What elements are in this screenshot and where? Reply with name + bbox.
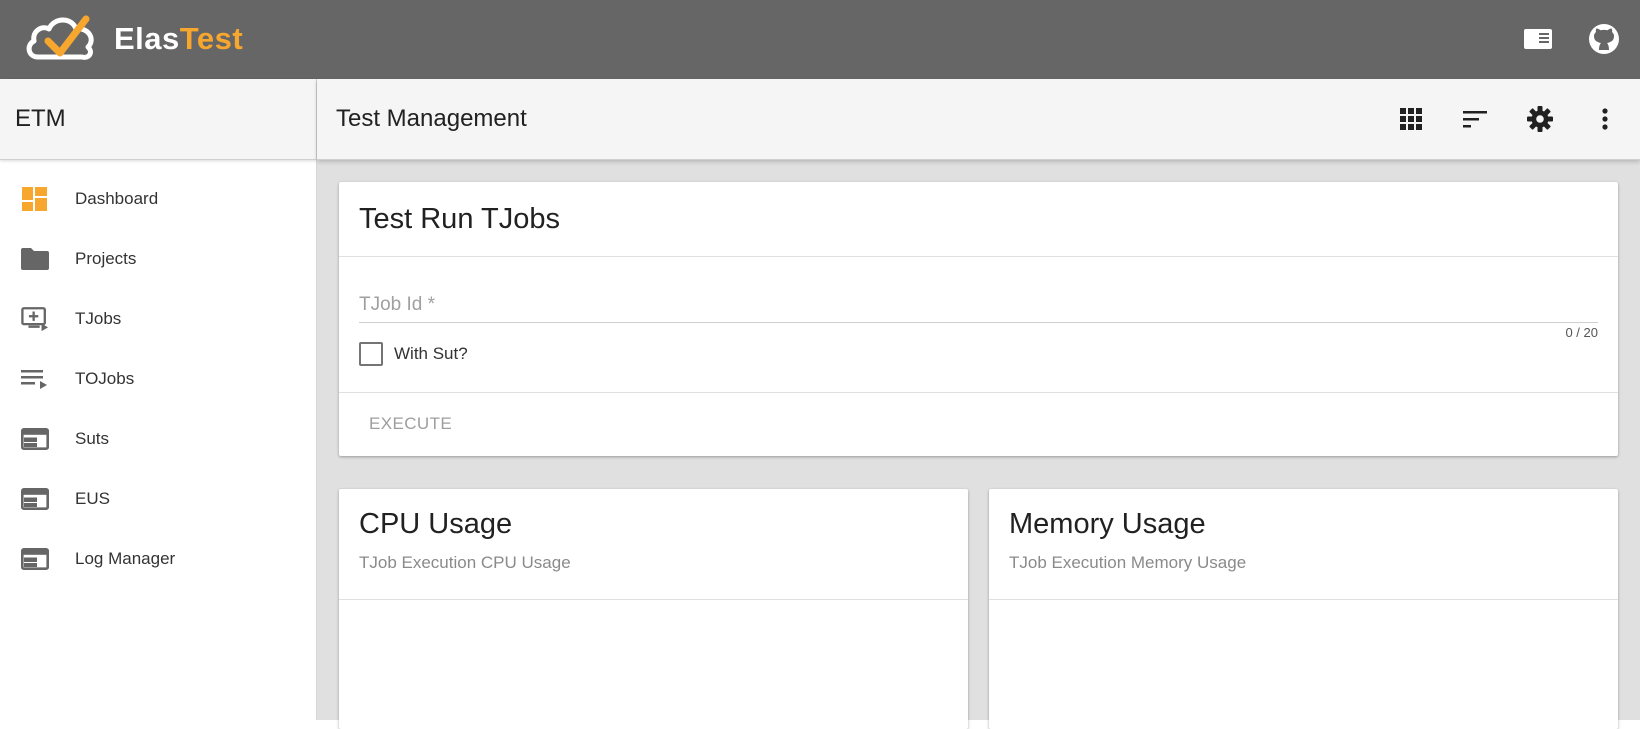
github-icon[interactable] [1587, 22, 1621, 56]
page-title: Test Management [336, 105, 527, 132]
with-sut-checkbox[interactable]: With Sut? [359, 342, 468, 366]
card-header: Memory Usage TJob Execution Memory Usage [989, 489, 1618, 599]
main-content: Test Management Test Run TJobs TJob Id *… [317, 79, 1640, 729]
web-icon [21, 485, 49, 513]
sidebar: ETM Dashboard Projects TJobs TOJobs Suts… [0, 79, 317, 720]
cpu-usage-card: CPU Usage TJob Execution CPU Usage [339, 489, 968, 729]
sidebar-item-tojobs[interactable]: TOJobs [0, 349, 316, 409]
cloud-check-icon [26, 15, 94, 60]
card-divider [339, 392, 1618, 393]
sidebar-nav: Dashboard Projects TJobs TOJobs Suts EUS… [0, 160, 316, 589]
card-title: Test Run TJobs [359, 203, 560, 235]
brand-name-part1: Elas [114, 20, 180, 56]
sidebar-item-label: Projects [75, 249, 137, 268]
tjob-id-input[interactable]: TJob Id * [359, 294, 435, 316]
sidebar-item-label: Suts [75, 429, 110, 448]
app-topbar: ElasTest [0, 0, 1640, 79]
tjob-id-underline [359, 322, 1598, 323]
card-divider [339, 599, 968, 600]
card-divider [989, 599, 1618, 600]
sidebar-item-projects[interactable]: Projects [0, 229, 316, 289]
sidebar-item-tjobs[interactable]: TJobs [0, 289, 316, 349]
sidebar-item-log-manager[interactable]: Log Manager [0, 529, 316, 589]
dashboard-icon [21, 185, 49, 213]
card-header: Test Run TJobs [339, 182, 1618, 256]
brand-name-part2: Test [179, 20, 244, 56]
card-title: CPU Usage [359, 508, 513, 540]
web-icon [21, 545, 49, 573]
sort-icon[interactable] [1460, 104, 1490, 134]
tjob-id-placeholder: TJob Id * [359, 294, 436, 315]
card-subtitle: TJob Execution CPU Usage [359, 553, 571, 572]
add-to-queue-icon [21, 305, 49, 333]
sidebar-item-label: EUS [75, 489, 110, 508]
execute-button[interactable]: EXECUTE [359, 406, 462, 442]
memory-usage-card: Memory Usage TJob Execution Memory Usage [989, 489, 1618, 729]
sidebar-item-label: Dashboard [75, 189, 159, 208]
sidebar-header: ETM [0, 79, 316, 160]
sidebar-item-label: Log Manager [75, 549, 176, 568]
web-icon [21, 425, 49, 453]
sidebar-item-label: TOJobs [75, 369, 135, 388]
tjob-id-counter: 0 / 20 [1565, 325, 1598, 340]
card-divider [339, 256, 1618, 257]
book-icon[interactable] [1521, 22, 1555, 56]
test-run-tjobs-card: Test Run TJobs TJob Id * 0 / 20 With Sut… [339, 182, 1618, 456]
card-subtitle: TJob Execution Memory Usage [1009, 553, 1247, 572]
brand-name: ElasTest [114, 23, 243, 54]
sidebar-title: ETM [15, 105, 66, 132]
playlist-play-icon [21, 365, 49, 393]
card-header: CPU Usage TJob Execution CPU Usage [339, 489, 968, 599]
sidebar-item-eus[interactable]: EUS [0, 469, 316, 529]
elastest-logo[interactable]: ElasTest [24, 13, 243, 63]
sidebar-item-suts[interactable]: Suts [0, 409, 316, 469]
sidebar-item-label: TJobs [75, 309, 122, 328]
with-sut-label: With Sut? [394, 344, 468, 363]
card-title: Memory Usage [1009, 508, 1206, 540]
folder-icon [21, 245, 49, 273]
apps-icon[interactable] [1396, 104, 1426, 134]
checkbox-box[interactable] [359, 342, 383, 366]
main-header: Test Management [317, 79, 1640, 160]
more-vert-icon[interactable] [1590, 104, 1620, 134]
sidebar-item-dashboard[interactable]: Dashboard [0, 169, 316, 229]
settings-icon[interactable] [1525, 104, 1555, 134]
